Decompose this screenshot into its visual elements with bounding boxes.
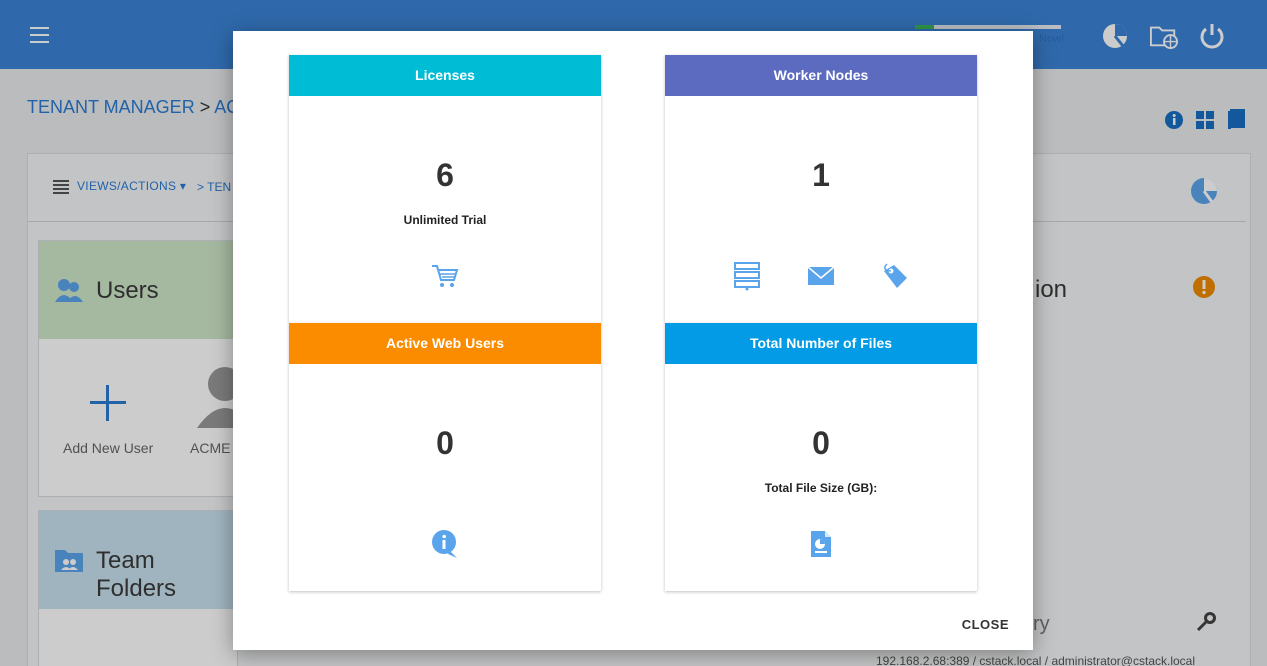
active-web-users-actions — [289, 529, 601, 559]
licenses-count: 6 — [436, 157, 454, 193]
total-files-count: 0 — [812, 425, 830, 461]
total-files-tile-header: Total Number of Files — [665, 323, 977, 364]
cart-icon[interactable] — [430, 261, 460, 291]
total-files-actions — [665, 529, 977, 559]
licenses-tile: Licenses 6 Unlimited Trial — [289, 55, 601, 323]
licenses-actions — [289, 261, 601, 291]
info-bubble-icon[interactable] — [430, 529, 460, 559]
total-file-size-label: Total File Size (GB): — [764, 481, 878, 495]
tag-icon[interactable] — [880, 261, 910, 291]
licenses-tile-header: Licenses — [289, 55, 601, 96]
licenses-subtitle: Unlimited Trial — [403, 213, 487, 227]
file-report-icon[interactable] — [806, 529, 836, 559]
active-web-users-tile-header: Active Web Users — [289, 323, 601, 364]
worker-nodes-tile-header: Worker Nodes — [665, 55, 977, 96]
worker-nodes-tile: Worker Nodes 1 — [665, 55, 977, 323]
active-web-users-tile: Active Web Users 0 — [289, 323, 601, 591]
dashboard-modal: Licenses 6 Unlimited Trial Worker Nodes … — [233, 31, 1033, 650]
mail-icon[interactable] — [806, 261, 836, 291]
active-web-users-count: 0 — [436, 425, 454, 461]
close-button[interactable]: CLOSE — [962, 617, 1009, 632]
worker-nodes-count: 1 — [812, 157, 830, 193]
total-files-tile: Total Number of Files 0 Total File Size … — [665, 323, 977, 591]
worker-nodes-actions — [665, 261, 977, 291]
server-icon[interactable] — [732, 261, 762, 291]
